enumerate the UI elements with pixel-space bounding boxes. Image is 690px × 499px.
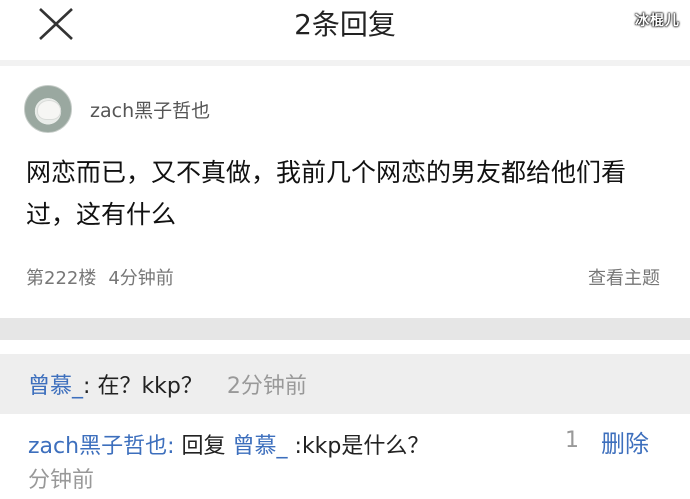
floor-number: 第222楼	[26, 268, 97, 289]
header: 2条回复 冰棍儿	[0, 0, 690, 52]
reply-separator: :	[83, 374, 91, 399]
reply-line: 曾慕_: 在？kkp？ 2分钟前	[28, 368, 307, 400]
delete-button[interactable]: 删除	[601, 424, 649, 459]
avatar[interactable]	[24, 85, 72, 133]
reply-item[interactable]: zach黑子哲也: 回复 曾慕_ :kkp是什么？ 1 分钟前 删除	[0, 414, 690, 499]
post-time: 4分钟前	[108, 268, 174, 289]
post-author[interactable]: zach黑子哲也	[90, 96, 210, 123]
reply-item[interactable]: 曾慕_: 在？kkp？ 2分钟前	[0, 354, 690, 414]
divider	[0, 60, 690, 66]
reply-time-part: 分钟前	[28, 468, 95, 493]
reply-to-user[interactable]: 曾慕_	[233, 434, 288, 459]
reply-line: zach黑子哲也: 回复 曾慕_ :kkp是什么？	[28, 428, 429, 460]
reply-word: 回复	[181, 434, 226, 459]
reply-text: :kkp是什么？	[294, 434, 430, 459]
view-topic-link[interactable]: 查看主题	[588, 264, 660, 290]
avatar-image	[37, 100, 61, 120]
reply-time: 2分钟前	[226, 374, 307, 399]
post-meta: 第222楼 4分钟前	[26, 264, 174, 290]
section-divider	[0, 318, 690, 340]
reply-separator: :	[167, 434, 175, 459]
reply-author[interactable]: zach黑子哲也	[28, 434, 167, 459]
page-title: 2条回复	[294, 8, 396, 41]
reply-author[interactable]: 曾慕_	[28, 374, 83, 399]
post-content: 网恋而已，又不真做，我前几个网恋的男友都给他们看过，这有什么	[26, 158, 627, 229]
reply-text: 在？kkp？	[97, 374, 203, 399]
reply-time-part: 1	[565, 428, 579, 453]
watermark: 冰棍儿	[635, 13, 680, 29]
